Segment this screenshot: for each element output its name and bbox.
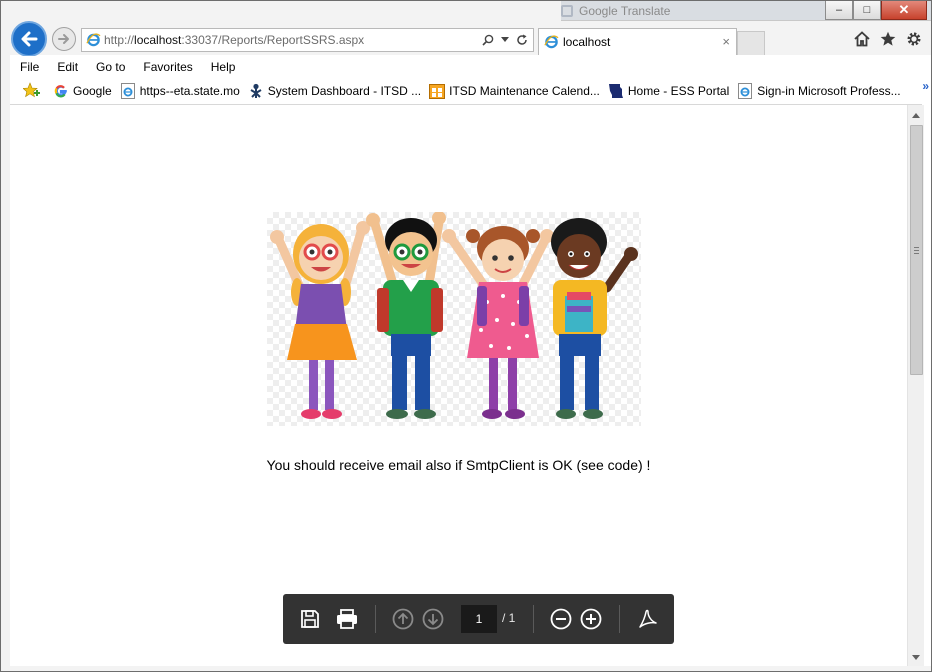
page-content: You should receive email also if SmtpCli…	[10, 105, 907, 666]
favorites-more-chevron[interactable]: »	[922, 79, 929, 93]
kid-boy-books	[551, 218, 638, 419]
home-icon[interactable]	[853, 30, 871, 48]
menu-edit[interactable]: Edit	[48, 56, 87, 78]
search-icon[interactable]	[481, 31, 495, 49]
cartoon-kids-image	[267, 211, 641, 426]
scrollbar-thumb[interactable]	[910, 125, 923, 375]
browser-right-icons	[853, 30, 923, 48]
email-status-message: You should receive email also if SmtpCli…	[266, 457, 651, 473]
zoom-in-icon[interactable]	[578, 606, 604, 632]
ie-page-icon	[120, 83, 136, 99]
favorite-itsd-maintenance-calendar[interactable]: ITSD Maintenance Calend...	[425, 80, 604, 102]
cartoon-kids-illustration	[270, 211, 638, 419]
arrow-right-icon	[58, 34, 69, 44]
kid-girl-glasses	[270, 221, 370, 419]
tab-localhost[interactable]: localhost ×	[538, 28, 737, 55]
ie-page-icon	[86, 32, 101, 50]
forward-button[interactable]	[52, 27, 76, 51]
pdf-viewer-toolbar: / 1	[283, 594, 674, 644]
save-icon[interactable]	[297, 606, 323, 632]
previous-page-icon[interactable]	[390, 606, 416, 632]
favorite-system-dashboard[interactable]: System Dashboard - ITSD ...	[244, 80, 425, 102]
scrollbar-grip-icon	[914, 246, 919, 254]
favorite-label: Google	[73, 84, 112, 98]
background-tab-label: Google Translate	[579, 4, 671, 18]
minimize-button[interactable]: –	[825, 1, 853, 20]
menu-bar: File Edit Go to Favorites Help	[11, 56, 929, 78]
url-host: localhost	[134, 33, 182, 47]
menu-file[interactable]: File	[11, 56, 48, 78]
background-tab-google-translate[interactable]: Google Translate	[561, 3, 771, 21]
address-tools	[481, 31, 529, 49]
url-path: :33037/Reports/ReportSSRS.aspx	[181, 33, 365, 47]
window-left-edge	[1, 55, 10, 667]
gear-icon[interactable]	[905, 30, 923, 48]
favorite-label: System Dashboard - ITSD ...	[267, 84, 422, 98]
favorite-label: ITSD Maintenance Calend...	[449, 84, 600, 98]
favorite-eta-state-mo[interactable]: https--eta.state.mo	[116, 80, 244, 102]
url-prefix: http://	[104, 33, 135, 47]
translate-icon	[561, 5, 573, 17]
ie-page-icon	[737, 83, 753, 99]
arrow-left-icon	[21, 31, 38, 47]
favorites-bar: Google https--eta.state.mo System Dashbo…	[11, 79, 929, 103]
menu-go-to[interactable]: Go to	[87, 56, 134, 78]
toolbar-separator	[619, 605, 620, 633]
page-total: / 1	[502, 611, 516, 625]
jira-icon	[248, 83, 264, 99]
adobe-acrobat-icon[interactable]	[634, 606, 660, 632]
favorite-ess-portal[interactable]: Home - ESS Portal	[604, 80, 733, 102]
kid-girl-pigtails	[442, 226, 554, 419]
zoom-out-icon[interactable]	[548, 606, 574, 632]
page-number-input[interactable]	[461, 605, 497, 633]
browser-window: Google Translate – □ ✕ http://localhost:…	[0, 0, 932, 672]
favorite-label: https--eta.state.mo	[139, 84, 240, 98]
scroll-up-arrow-icon[interactable]	[908, 107, 924, 123]
favorite-label: Home - ESS Portal	[627, 84, 730, 98]
close-window-button[interactable]: ✕	[881, 1, 927, 20]
calendar-icon	[429, 83, 446, 99]
favorite-sign-in-microsoft[interactable]: Sign-in Microsoft Profess...	[733, 80, 904, 102]
address-url: http://localhost:33037/Reports/ReportSSR…	[104, 33, 364, 47]
favorites-star-icon[interactable]	[879, 30, 897, 48]
dropdown-arrow-icon[interactable]	[498, 31, 512, 49]
toolbar-separator	[375, 605, 376, 633]
favorite-google[interactable]: Google	[49, 80, 116, 102]
menu-help[interactable]: Help	[202, 56, 245, 78]
google-icon	[53, 83, 69, 99]
maximize-button[interactable]: □	[853, 1, 881, 20]
back-button[interactable]	[11, 21, 47, 57]
ie-page-icon	[544, 34, 559, 52]
missouri-icon	[608, 83, 624, 99]
next-page-icon[interactable]	[420, 606, 446, 632]
print-icon[interactable]	[334, 606, 360, 632]
browser-top-bar: Google Translate – □ ✕ http://localhost:…	[1, 1, 931, 57]
toolbar-separator	[533, 605, 534, 633]
vertical-scrollbar[interactable]	[907, 105, 924, 666]
add-to-favorites-bar-icon[interactable]	[21, 80, 43, 102]
refresh-icon[interactable]	[515, 31, 529, 49]
favorite-label: Sign-in Microsoft Profess...	[757, 84, 901, 98]
address-bar[interactable]: http://localhost:33037/Reports/ReportSSR…	[81, 28, 534, 52]
new-tab-button[interactable]	[737, 31, 765, 55]
kid-boy-glasses	[366, 211, 446, 419]
menu-favorites[interactable]: Favorites	[134, 56, 201, 78]
window-bottom-edge	[1, 666, 931, 671]
window-controls: – □ ✕	[825, 1, 927, 21]
tab-close-button[interactable]: ×	[722, 34, 730, 49]
scroll-down-arrow-icon[interactable]	[908, 649, 924, 665]
tab-label: localhost	[563, 35, 611, 49]
